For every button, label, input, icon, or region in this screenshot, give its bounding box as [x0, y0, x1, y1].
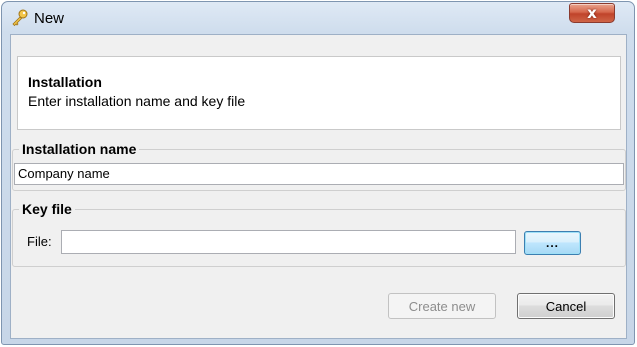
cancel-button[interactable]: Cancel: [517, 293, 615, 319]
close-icon: x: [587, 3, 597, 22]
key-icon: [12, 9, 28, 27]
installation-name-input[interactable]: Company name: [14, 163, 624, 185]
create-new-button[interactable]: Create new: [388, 293, 496, 319]
file-path-input[interactable]: [61, 230, 516, 254]
installation-name-label: Installation name: [19, 141, 140, 157]
close-button[interactable]: x: [569, 3, 615, 23]
file-label: File:: [27, 234, 52, 249]
new-dialog-window: New x Installation Enter installation na…: [1, 1, 635, 345]
header-panel: Installation Enter installation name and…: [17, 56, 621, 130]
browse-button[interactable]: ...: [524, 231, 581, 255]
key-file-group: Key file File: ...: [12, 201, 626, 267]
window-title: New: [34, 10, 65, 27]
header-title: Installation: [28, 74, 102, 90]
dialog-client-area: Installation Enter installation name and…: [10, 34, 627, 339]
installation-name-group: Installation name Company name: [12, 141, 626, 191]
header-description: Enter installation name and key file: [28, 93, 246, 109]
key-file-label: Key file: [19, 201, 75, 217]
title-bar[interactable]: New x: [2, 2, 634, 34]
